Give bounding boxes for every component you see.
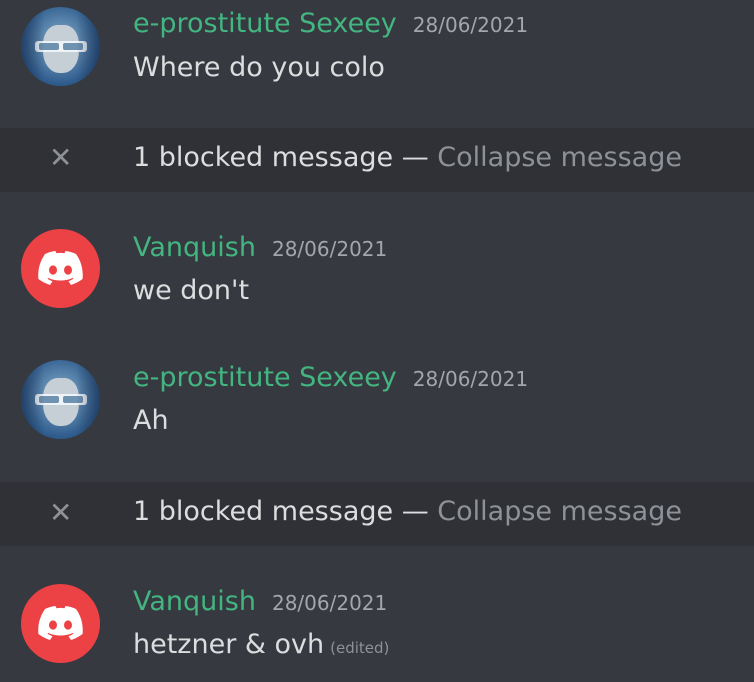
avatar-shade — [21, 7, 100, 86]
message-item: e-prostitute Sexeey 28/06/2021 Ah — [0, 318, 754, 482]
user-avatar[interactable] — [21, 7, 100, 86]
blocked-count-label: 1 blocked message — [133, 496, 394, 527]
avatar-shade — [21, 360, 100, 439]
blocked-separator: — — [393, 142, 438, 173]
discord-logo-icon — [38, 251, 83, 285]
message-timestamp[interactable]: 28/06/2021 — [413, 13, 528, 37]
discord-logo-avatar[interactable] — [21, 584, 100, 663]
message-author[interactable]: e-prostitute Sexeey 28/06/2021 — [133, 362, 528, 393]
message-author[interactable]: Vanquish 28/06/2021 — [133, 232, 387, 263]
message-author[interactable]: Vanquish 28/06/2021 — [133, 586, 387, 617]
message-content: hetzner & ovh (edited) — [133, 629, 389, 660]
collapse-message-link[interactable]: Collapse message — [437, 142, 682, 173]
author-name[interactable]: Vanquish — [133, 232, 256, 263]
edited-label[interactable]: (edited) — [330, 639, 389, 657]
message-item: Vanquish 28/06/2021 we don't — [0, 192, 754, 318]
collapse-message-link[interactable]: Collapse message — [437, 496, 682, 527]
blocked-message-text: 1 blocked message — Collapse message — [133, 142, 682, 173]
message-timestamp[interactable]: 28/06/2021 — [272, 591, 387, 615]
blocked-count-label: 1 blocked message — [133, 142, 394, 173]
message-author[interactable]: e-prostitute Sexeey 28/06/2021 — [133, 8, 528, 39]
message-content: Ah — [133, 405, 169, 436]
blocked-separator: — — [393, 496, 438, 527]
blocked-message-bar: ✕ 1 blocked message — Collapse message — [0, 128, 754, 192]
discord-logo-avatar[interactable] — [21, 229, 100, 308]
blocked-message-text: 1 blocked message — Collapse message — [133, 496, 682, 527]
message-content: Where do you colo — [133, 52, 385, 83]
close-icon[interactable]: ✕ — [49, 499, 72, 527]
message-item: e-prostitute Sexeey 28/06/2021 Where do y… — [0, 0, 754, 128]
user-avatar[interactable] — [21, 360, 100, 439]
message-item: Vanquish 28/06/2021 hetzner & ovh (edited) — [0, 546, 754, 682]
blocked-message-bar: ✕ 1 blocked message — Collapse message — [0, 482, 754, 546]
message-timestamp[interactable]: 28/06/2021 — [272, 237, 387, 261]
message-text: hetzner & ovh — [133, 629, 325, 660]
author-name[interactable]: Vanquish — [133, 586, 256, 617]
message-timestamp[interactable]: 28/06/2021 — [413, 367, 528, 391]
author-name[interactable]: e-prostitute Sexeey — [133, 362, 397, 393]
close-icon[interactable]: ✕ — [49, 144, 72, 172]
discord-logo-icon — [38, 606, 83, 640]
author-name[interactable]: e-prostitute Sexeey — [133, 8, 397, 39]
message-content: we don't — [133, 275, 250, 306]
